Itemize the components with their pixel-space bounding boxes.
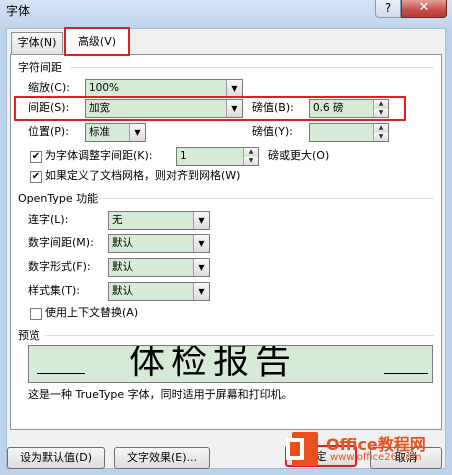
watermark-url: www.office26.com (330, 452, 422, 463)
number-forms-combo[interactable]: 默认 ▼ (108, 258, 210, 277)
number-forms-label: 数字形式(F): (28, 260, 91, 273)
chevron-down-icon[interactable]: ▼ (129, 124, 145, 141)
snap-grid-label: 如果定义了文档网格，则对齐到网格(W) (45, 169, 241, 182)
kerning-label: 为字体调整字间距(K): (45, 149, 153, 162)
ligatures-value: 无 (112, 214, 123, 226)
tab-advanced[interactable]: 高级(V) (64, 27, 130, 56)
spacing-by-spinner[interactable]: 0.6 磅 ▲ ▼ (309, 99, 389, 118)
preview-description: 这是一种 TrueType 字体，同时适用于屏幕和打印机。 (28, 388, 293, 401)
spin-down-icon[interactable]: ▼ (374, 133, 388, 141)
position-value: 标准 (89, 126, 110, 138)
spacing-by-label: 磅值(B): (252, 101, 294, 114)
scale-value: 100% (89, 82, 120, 94)
ligatures-combo[interactable]: 无 ▼ (108, 211, 210, 230)
position-combo[interactable]: 标准 ▼ (85, 123, 146, 142)
spin-arrows-icon[interactable]: ▲ ▼ (243, 148, 258, 165)
contextual-alt-label: 使用上下文替换(A) (45, 306, 139, 319)
set-default-button[interactable]: 设为默认值(D) (7, 447, 105, 469)
section-divider (100, 198, 434, 199)
watermark-logo: Office教程网 www.office26.com (280, 428, 450, 472)
preview-baseline-left (37, 373, 85, 374)
preview-sample-text: 体检报告 (129, 345, 298, 382)
checkmark-icon: ✔ (31, 151, 41, 162)
spin-up-icon[interactable]: ▲ (374, 124, 388, 132)
spin-up-icon[interactable]: ▲ (374, 100, 388, 108)
text-effects-button[interactable]: 文字效果(E)... (114, 447, 210, 469)
scale-label: 缩放(C): (28, 81, 70, 94)
spacing-by-value: 0.6 磅 (313, 102, 344, 114)
chevron-down-icon[interactable]: ▼ (193, 212, 209, 229)
spin-arrows-icon[interactable]: ▲ ▼ (373, 124, 388, 141)
kerning-value: 1 (180, 150, 187, 162)
section-divider (45, 335, 434, 336)
chevron-down-icon[interactable]: ▼ (226, 80, 242, 97)
stylistic-sets-value: 默认 (112, 285, 133, 297)
kerning-spinner[interactable]: 1 ▲ ▼ (176, 147, 259, 166)
checkmark-icon: ✔ (31, 171, 41, 182)
chevron-down-icon[interactable]: ▼ (226, 100, 242, 117)
kerning-checkbox[interactable]: ✔ (30, 151, 42, 163)
number-spacing-value: 默认 (112, 237, 133, 249)
spacing-label: 间距(S): (28, 101, 70, 114)
window-title: 字体 (6, 4, 31, 18)
number-spacing-combo[interactable]: 默认 ▼ (108, 234, 210, 253)
spacing-combo[interactable]: 加宽 ▼ (85, 99, 243, 118)
chevron-down-icon[interactable]: ▼ (193, 235, 209, 252)
position-by-spinner[interactable]: ▲ ▼ (309, 123, 389, 142)
spin-arrows-icon[interactable]: ▲ ▼ (373, 100, 388, 117)
stylistic-sets-combo[interactable]: 默认 ▼ (108, 282, 210, 301)
spin-down-icon[interactable]: ▼ (244, 157, 258, 165)
spin-down-icon[interactable]: ▼ (374, 109, 388, 117)
chevron-down-icon[interactable]: ▼ (193, 259, 209, 276)
section-title-opentype: OpenType 功能 (18, 192, 99, 205)
preview-baseline-right (384, 373, 428, 374)
tab-font[interactable]: 字体(N) (11, 32, 63, 54)
position-by-label: 磅值(Y): (252, 125, 294, 138)
chevron-down-icon[interactable]: ▼ (193, 283, 209, 300)
help-button[interactable]: ? (375, 0, 401, 18)
snap-grid-checkbox[interactable]: ✔ (30, 171, 42, 183)
number-spacing-label: 数字间距(M): (28, 236, 94, 249)
section-title-char-spacing: 字符间距 (18, 61, 62, 74)
spacing-value: 加宽 (89, 102, 110, 114)
number-forms-value: 默认 (112, 261, 133, 273)
preview-box: 体检报告 (28, 345, 433, 383)
section-divider (70, 67, 434, 68)
spin-up-icon[interactable]: ▲ (244, 148, 258, 156)
stylistic-sets-label: 样式集(T): (28, 284, 81, 297)
close-button[interactable]: ✕ (401, 0, 447, 18)
section-title-preview: 预览 (18, 329, 40, 342)
position-label: 位置(P): (28, 125, 69, 138)
kerning-suffix: 磅或更大(O) (268, 149, 330, 162)
ligatures-label: 连字(L): (28, 213, 69, 226)
contextual-alt-checkbox[interactable] (30, 308, 42, 320)
